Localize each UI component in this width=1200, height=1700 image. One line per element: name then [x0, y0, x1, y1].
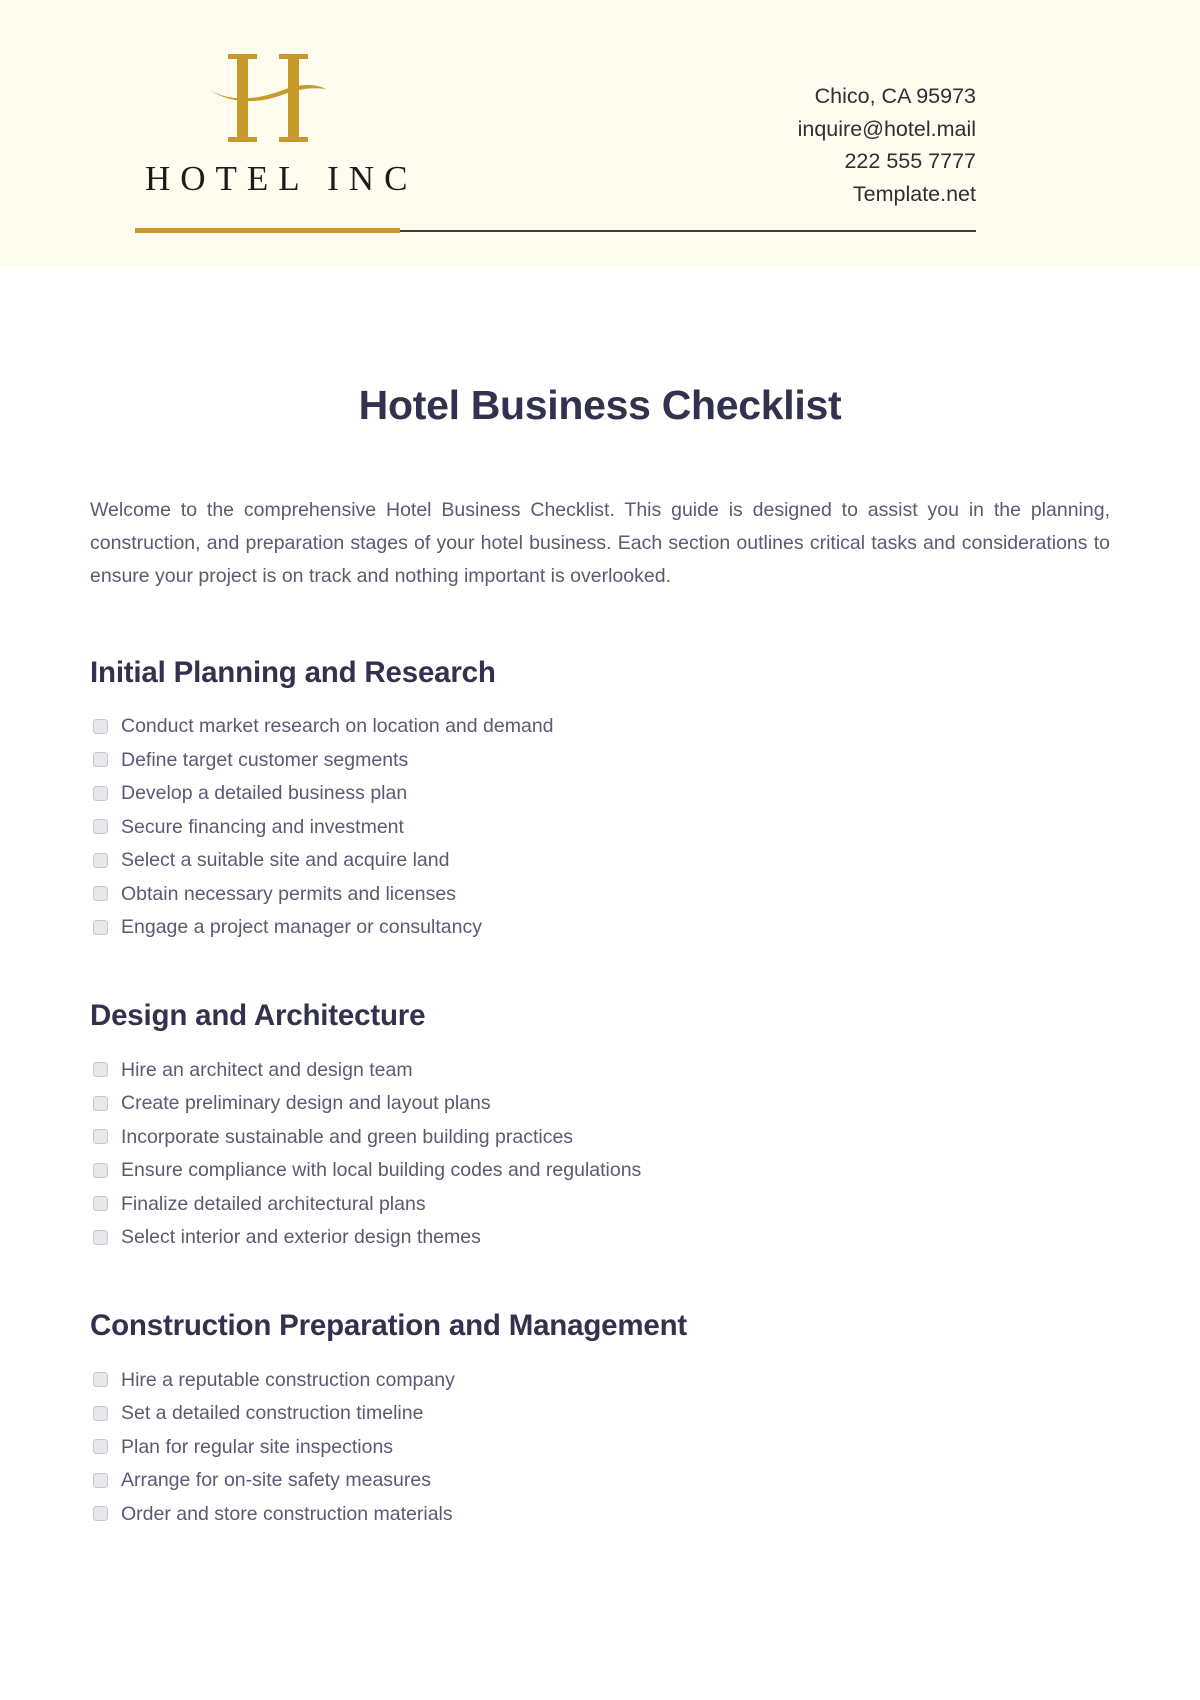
- checkbox-icon[interactable]: [93, 1196, 108, 1212]
- checkbox-icon[interactable]: [93, 718, 108, 734]
- document-body: Hotel Business Checklist Welcome to the …: [0, 382, 1200, 1528]
- checklist-item[interactable]: Select interior and exterior design them…: [88, 1223, 1112, 1251]
- checkbox-icon[interactable]: [93, 819, 108, 835]
- checkbox-icon[interactable]: [93, 785, 108, 801]
- checklist-section: Design and Architecture Hire an architect…: [88, 998, 1112, 1251]
- checkbox-icon[interactable]: [93, 886, 108, 902]
- page-title: Hotel Business Checklist: [358, 382, 842, 428]
- letterhead-header: HOTEL INC Chico, CA 95973 inquire@hotel.…: [0, 0, 1200, 266]
- checklist-item-label: Define target customer segments: [121, 748, 409, 771]
- checkbox-icon[interactable]: [93, 919, 108, 935]
- section-heading: Construction Preparation and Management: [90, 1309, 688, 1343]
- checklist-section: Construction Preparation and Management H…: [88, 1308, 1112, 1527]
- checklist-item[interactable]: Develop a detailed business plan: [88, 779, 1112, 807]
- checklist-item[interactable]: Define target customer segments: [88, 746, 1112, 774]
- checklist-item[interactable]: Set a detailed construction timeline: [88, 1399, 1112, 1427]
- checkbox-icon[interactable]: [93, 1129, 108, 1145]
- checklist-item-label: Plan for regular site inspections: [121, 1435, 394, 1458]
- intro-paragraph: Welcome to the comprehensive Hotel Busin…: [90, 499, 1110, 588]
- header-divider-dark: [400, 229, 976, 232]
- checklist-item[interactable]: Select a suitable site and acquire land: [88, 846, 1112, 874]
- checkbox-icon[interactable]: [93, 1062, 108, 1078]
- checklist-item-label: Develop a detailed business plan: [121, 782, 408, 805]
- checklist-item-label: Incorporate sustainable and green buildi…: [121, 1125, 574, 1148]
- brand-logo: HOTEL INC: [135, 48, 418, 199]
- checklist-item[interactable]: Finalize detailed architectural plans: [88, 1190, 1112, 1218]
- checkbox-icon[interactable]: [93, 1472, 108, 1488]
- contact-email: inquire@hotel.mail: [797, 116, 976, 141]
- checklist-item[interactable]: Conduct market research on location and …: [88, 712, 1112, 740]
- checklist-item-label: Set a detailed construction timeline: [121, 1402, 424, 1425]
- checklist-item[interactable]: Secure financing and investment: [88, 813, 1112, 841]
- checklist-item[interactable]: Ensure compliance with local building co…: [88, 1156, 1112, 1184]
- checklist: Hire a reputable construction company Set…: [88, 1366, 1112, 1528]
- checkbox-icon[interactable]: [93, 1162, 108, 1178]
- checkbox-icon[interactable]: [93, 1506, 108, 1522]
- checklist-item[interactable]: Hire an architect and design team: [88, 1056, 1112, 1084]
- checklist-item-label: Obtain necessary permits and licenses: [121, 882, 456, 905]
- contact-address: Chico, CA 95973: [814, 84, 976, 108]
- checklist-item-label: Hire an architect and design team: [121, 1058, 413, 1081]
- checklist-sections: Initial Planning and Research Conduct mar…: [88, 655, 1112, 1528]
- checklist-item[interactable]: Order and store construction materials: [88, 1500, 1112, 1528]
- brand-wordmark: HOTEL INC: [145, 159, 418, 198]
- checkbox-icon[interactable]: [93, 1405, 108, 1421]
- checklist-item[interactable]: Incorporate sustainable and green buildi…: [88, 1123, 1112, 1151]
- header-divider: [135, 228, 976, 233]
- contact-phone: 222 555 7777: [844, 149, 976, 173]
- checklist-item-label: Select interior and exterior design them…: [121, 1226, 481, 1249]
- checklist-item-label: Arrange for on-site safety measures: [121, 1469, 431, 1492]
- checkbox-icon[interactable]: [93, 752, 108, 768]
- checkbox-icon[interactable]: [93, 1095, 108, 1111]
- checklist-item-label: Engage a project manager or consultancy: [121, 916, 482, 939]
- checklist-item[interactable]: Arrange for on-site safety measures: [88, 1466, 1112, 1494]
- checklist-item-label: Finalize detailed architectural plans: [121, 1192, 426, 1215]
- section-heading: Initial Planning and Research: [90, 656, 496, 690]
- hotel-monogram-icon: [209, 54, 326, 142]
- checkbox-icon[interactable]: [93, 1229, 108, 1245]
- checklist-section: Initial Planning and Research Conduct mar…: [88, 655, 1112, 941]
- checklist-item-label: Conduct market research on location and …: [121, 715, 554, 738]
- checkbox-icon[interactable]: [93, 852, 108, 868]
- section-heading: Design and Architecture: [90, 999, 426, 1033]
- header-divider-gold: [135, 228, 400, 233]
- checklist-item[interactable]: Obtain necessary permits and licenses: [88, 880, 1112, 908]
- checklist-item-label: Hire a reputable construction company: [121, 1368, 455, 1391]
- checklist-item[interactable]: Plan for regular site inspections: [88, 1433, 1112, 1461]
- contact-website: Template.net: [852, 181, 976, 206]
- checklist: Hire an architect and design team Create …: [88, 1056, 1112, 1252]
- checklist-item-label: Ensure compliance with local building co…: [121, 1159, 642, 1182]
- checklist-item[interactable]: Engage a project manager or consultancy: [88, 913, 1112, 941]
- checklist-item-label: Select a suitable site and acquire land: [121, 849, 450, 872]
- checklist-item[interactable]: Hire a reputable construction company: [88, 1366, 1112, 1394]
- checklist-item-label: Order and store construction materials: [121, 1502, 453, 1525]
- checklist: Conduct market research on location and …: [88, 712, 1112, 941]
- checklist-item-label: Create preliminary design and layout pla…: [121, 1092, 491, 1115]
- contact-info: Chico, CA 95973 inquire@hotel.mail 222 5…: [798, 80, 976, 210]
- checklist-item[interactable]: Create preliminary design and layout pla…: [88, 1089, 1112, 1117]
- checkbox-icon[interactable]: [93, 1439, 108, 1455]
- checkbox-icon[interactable]: [93, 1372, 108, 1388]
- checklist-item-label: Secure financing and investment: [121, 815, 404, 838]
